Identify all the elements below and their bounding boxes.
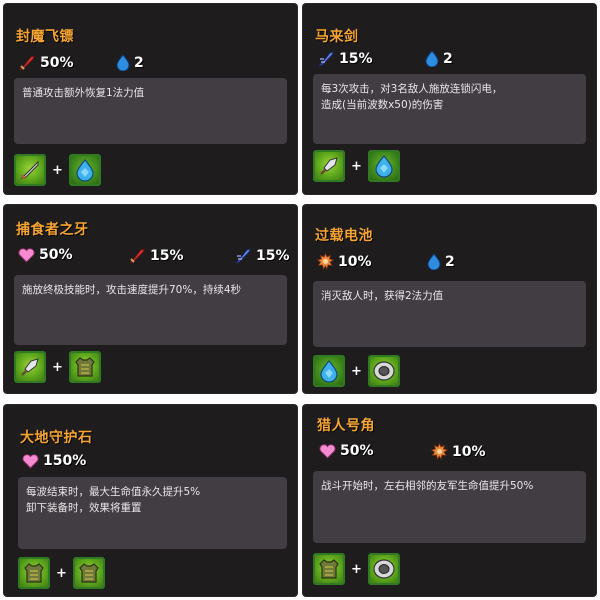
stat-value: 10% — [338, 253, 372, 270]
stat-value: 50% — [39, 247, 73, 263]
mana-drop-icon — [427, 253, 441, 270]
spearhead-item-icon[interactable] — [313, 150, 345, 182]
stat-value: 2 — [443, 50, 453, 67]
card-guo-zai-dian-chi: 过载电池 10% 2 消灭敌人时，获得2法力值 + — [303, 205, 596, 393]
blue-gem-item-icon[interactable] — [367, 150, 400, 182]
recipe-items: + — [14, 154, 101, 186]
card-title: 捕食者之牙 — [16, 222, 89, 238]
recipe-items: + — [313, 553, 400, 585]
description-box: 消灭敌人时，获得2法力值 — [313, 281, 586, 347]
recipe-items: + — [14, 351, 101, 383]
stat-crit: 10% — [431, 443, 486, 460]
steel-ring-item-icon[interactable] — [367, 553, 400, 585]
armor-vest-item-icon[interactable] — [313, 553, 345, 585]
blue-sword-icon — [234, 247, 252, 265]
stat-crit: 10% — [317, 253, 372, 270]
stat-mana: 2 — [427, 253, 455, 270]
stat-attack-speed: 15% — [317, 50, 373, 68]
stat-health: 50% — [319, 443, 374, 459]
blue-sword-icon — [317, 50, 335, 68]
spearhead-item-icon[interactable] — [14, 351, 46, 383]
stat-value: 2 — [134, 54, 144, 71]
blue-gem-item-icon[interactable] — [68, 154, 101, 186]
description-box: 每波结束时，最大生命值永久提升5% 卸下装备时，效果将重置 — [18, 477, 287, 549]
plus-sign: + — [52, 359, 63, 375]
card-title: 过载电池 — [315, 228, 373, 244]
stat-value: 150% — [43, 453, 87, 469]
armor-vest-item-icon[interactable] — [72, 557, 105, 589]
gear-burst-icon — [431, 443, 448, 460]
plus-sign: + — [351, 561, 362, 577]
description-box: 每3次攻击，对3名敌人施放连锁闪电， 造成(当前波数x50)的伤害 — [313, 74, 586, 144]
stat-mana: 2 — [116, 54, 144, 71]
stat-value: 50% — [340, 443, 374, 459]
card-bu-shi-zhe-zhi-ya: 捕食者之牙 50% 15% 15% 施放终极技能时，攻击速度提升70%，持续4秒… — [4, 205, 297, 393]
card-title: 马来剑 — [315, 29, 359, 45]
card-title: 封魔飞镖 — [16, 29, 74, 45]
description-line: 造成(当前波数x50)的伤害 — [321, 99, 444, 111]
stat-value: 15% — [256, 248, 290, 264]
gear-burst-icon — [317, 253, 334, 270]
red-sword-icon — [18, 54, 36, 72]
stat-attack: 50% — [18, 54, 74, 72]
stat-value: 2 — [445, 253, 455, 270]
heart-icon — [22, 453, 39, 469]
stat-value: 50% — [40, 55, 74, 71]
stat-health: 50% — [18, 247, 73, 263]
card-title: 大地守护石 — [20, 430, 93, 446]
stat-health: 150% — [22, 453, 86, 469]
description-line: 每3次攻击，对3名敌人施放连锁闪电， — [321, 83, 503, 95]
stat-mana: 2 — [425, 50, 453, 67]
mana-drop-icon — [116, 54, 130, 71]
description-box: 普通攻击额外恢复1法力值 — [14, 78, 287, 144]
plus-sign: + — [351, 158, 362, 174]
stat-attack-speed: 15% — [234, 247, 290, 265]
card-lie-ren-hao-jiao: 猎人号角 50% 10% 战斗开始时，左右相邻的友军生命值提升50% + — [303, 405, 596, 596]
stat-value: 15% — [339, 51, 373, 67]
blue-gem-item-icon[interactable] — [313, 355, 345, 387]
description-box: 战斗开始时，左右相邻的友军生命值提升50% — [313, 471, 586, 543]
plus-sign: + — [56, 565, 67, 581]
description-line: 卸下装备时，效果将重置 — [26, 502, 142, 514]
recipe-items: + — [313, 150, 400, 182]
card-feng-mo-fei-biao: 封魔飞镖 50% 2 普通攻击额外恢复1法力值 + — [4, 4, 297, 194]
card-da-di-shou-hu-shi: 大地守护石 150% 每波结束时，最大生命值永久提升5% 卸下装备时，效果将重置… — [4, 405, 297, 596]
description-line: 普通攻击额外恢复1法力值 — [22, 87, 145, 99]
plus-sign: + — [351, 363, 362, 379]
stat-value: 10% — [452, 443, 486, 460]
description-line: 施放终极技能时，攻击速度提升70%，持续4秒 — [22, 284, 242, 296]
stat-value: 15% — [150, 248, 184, 264]
heart-icon — [319, 443, 336, 459]
card-title: 猎人号角 — [317, 418, 375, 434]
description-line: 消灭敌人时，获得2法力值 — [321, 290, 444, 302]
description-line: 每波结束时，最大生命值永久提升5% — [26, 486, 201, 498]
recipe-items: + — [313, 355, 400, 387]
recipe-items: + — [18, 557, 105, 589]
description-line: 战斗开始时，左右相邻的友军生命值提升50% — [321, 480, 534, 492]
stat-attack: 15% — [128, 247, 184, 265]
plus-sign: + — [52, 162, 63, 178]
card-ma-lai-jian: 马来剑 15% 2 每3次攻击，对3名敌人施放连锁闪电， 造成(当前波数x50)… — [303, 4, 596, 194]
red-sword-icon — [128, 247, 146, 265]
steel-ring-item-icon[interactable] — [367, 355, 400, 387]
mana-drop-icon — [425, 50, 439, 67]
description-box: 施放终极技能时，攻击速度提升70%，持续4秒 — [14, 275, 287, 345]
heart-icon — [18, 247, 35, 263]
armor-vest-item-icon[interactable] — [68, 351, 101, 383]
armor-vest-item-icon[interactable] — [18, 557, 50, 589]
sword-item-icon[interactable] — [14, 154, 46, 186]
